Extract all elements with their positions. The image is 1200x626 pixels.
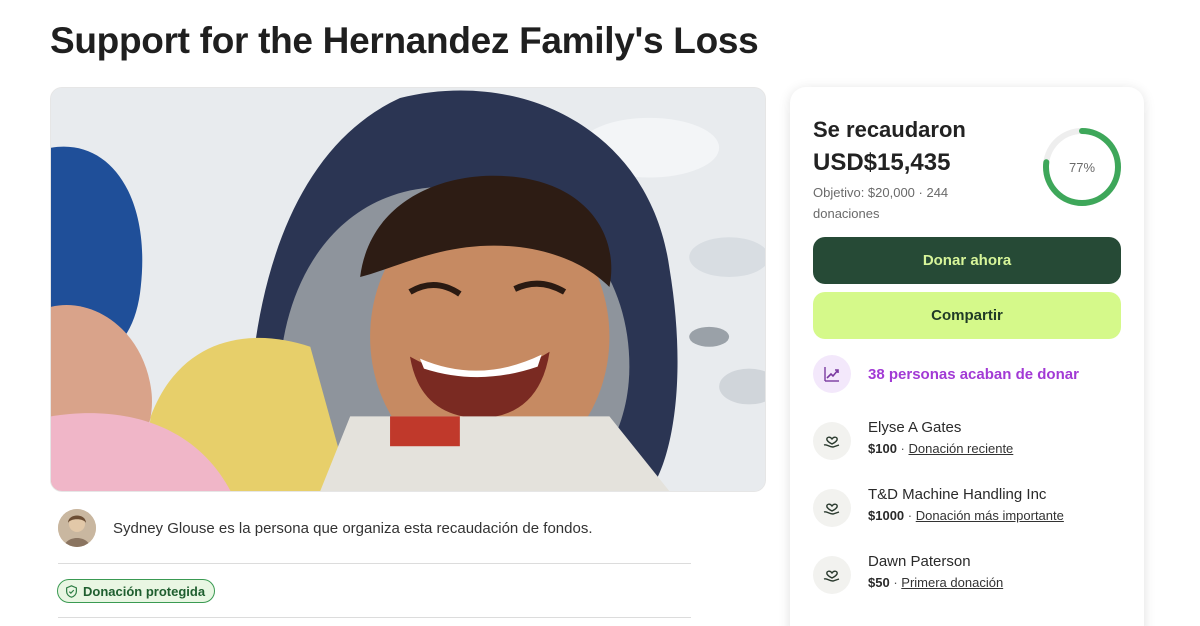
donation-tag-link[interactable]: Donación reciente: [909, 441, 1014, 456]
shield-icon: [66, 584, 77, 598]
donor-name: Dawn Paterson: [868, 553, 971, 570]
page-title: Support for the Hernandez Family's Loss: [50, 20, 759, 61]
goal-and-donation-count: Objetivo: $20,000 · 244 donaciones: [813, 185, 949, 221]
hero-photo: [50, 87, 766, 492]
separator-dot: ·: [907, 508, 916, 523]
separator-dot: ·: [900, 441, 909, 456]
fundraiser-page: Support for the Hernandez Family's Loss: [0, 0, 1200, 626]
organizer-row[interactable]: Sydney Glouse es la persona que organiza…: [58, 508, 698, 548]
donation-card: Se recaudaron USD$15,435 Objetivo: $20,0…: [790, 87, 1144, 626]
protected-donation-badge[interactable]: Donación protegida: [57, 579, 216, 603]
heart-hand-icon: [813, 556, 851, 594]
heart-hand-icon: [813, 489, 851, 527]
share-button[interactable]: Compartir: [813, 292, 1121, 339]
donation-amount: $100: [868, 441, 897, 456]
organizer-text: Sydney Glouse es la persona que organiza…: [113, 519, 593, 537]
raised-amount: USD$15,435: [813, 149, 951, 176]
protected-donation-label: Donación protegida: [83, 583, 206, 599]
divider: [58, 563, 691, 564]
donation-item: T&D Machine Handling Inc $1000 · Donació…: [813, 484, 1064, 527]
donor-name: Elyse A Gates: [868, 419, 962, 436]
raised-label: Se recaudaron: [813, 117, 966, 142]
divider: [58, 617, 691, 618]
recent-donors-text: 38 personas acaban de donar: [868, 365, 1079, 383]
donor-name: T&D Machine Handling Inc: [868, 486, 1047, 503]
trend-up-icon: [813, 355, 851, 393]
donation-tag-link[interactable]: Donación más importante: [916, 508, 1064, 523]
donation-amount: $1000: [868, 508, 905, 523]
progress-percent: 77%: [1068, 159, 1096, 175]
donation-tag-link[interactable]: Primera donación: [901, 575, 1003, 590]
organizer-avatar[interactable]: [58, 509, 96, 547]
heart-hand-icon: [813, 422, 851, 460]
recent-donors-row[interactable]: 38 personas acaban de donar: [813, 355, 1079, 393]
donate-now-button[interactable]: Donar ahora: [813, 237, 1121, 284]
progress-ring: 77%: [1041, 126, 1123, 208]
donation-item: Dawn Paterson $50 · Primera donación: [813, 551, 1003, 594]
donation-amount: $50: [868, 575, 890, 590]
donation-item: Elyse A Gates $100 · Donación reciente: [813, 417, 1013, 460]
